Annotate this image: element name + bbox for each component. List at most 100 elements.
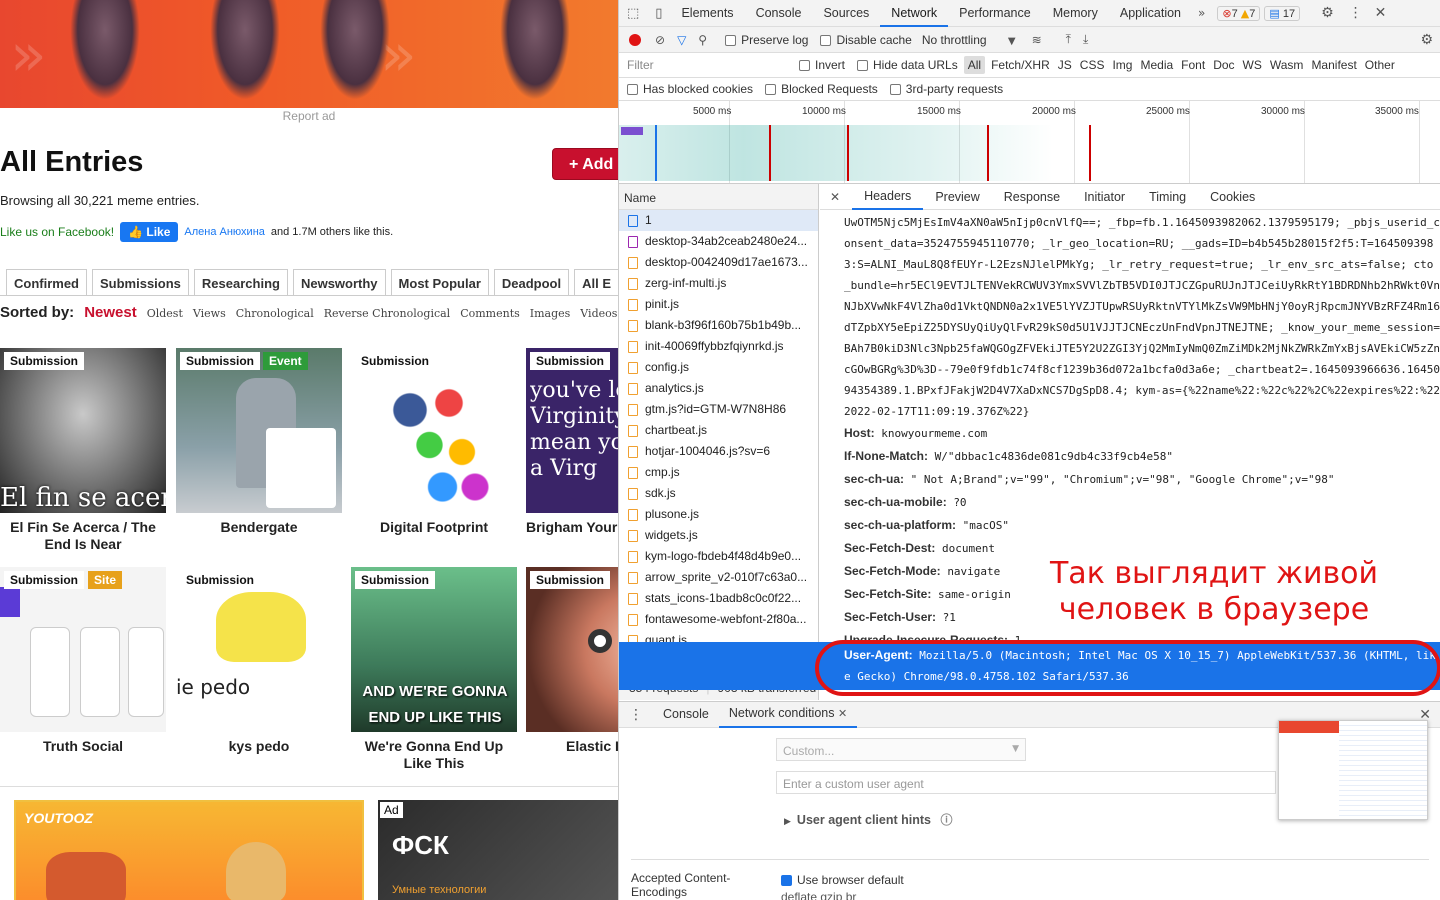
import-har-icon[interactable]: ⤒: [1060, 32, 1077, 47]
request-row[interactable]: blank-b3f96f160b75b1b49b...: [619, 315, 818, 336]
tab-newsworthy[interactable]: Newsworthy: [292, 269, 386, 295]
type-filter-doc[interactable]: Doc: [1213, 58, 1234, 72]
sort-oldest[interactable]: Oldest: [147, 307, 183, 320]
type-filter-fetch[interactable]: Fetch/XHR: [991, 58, 1050, 72]
type-filter-font[interactable]: Font: [1181, 58, 1205, 72]
entry-title[interactable]: We're Gonna End Up Like This: [351, 738, 517, 772]
checkbox[interactable]: [627, 84, 638, 96]
request-row[interactable]: analytics.js: [619, 378, 818, 399]
tab-network[interactable]: Network: [880, 0, 949, 27]
tab-researching[interactable]: Researching: [193, 269, 288, 295]
request-row[interactable]: arrow_sprite_v2-010f7c63a0...: [619, 567, 818, 588]
type-filter-media[interactable]: Media: [1140, 58, 1173, 72]
entry-title[interactable]: Bendergate: [176, 519, 342, 536]
entry-card[interactable]: Submission Site Truth Social: [0, 567, 166, 755]
close-detail-icon[interactable]: ✕: [820, 190, 852, 204]
request-row[interactable]: hotjar-1004046.js?sv=6: [619, 441, 818, 462]
entry-title[interactable]: Digital Footprint: [351, 519, 517, 536]
ad-banner[interactable]: » »: [0, 0, 618, 108]
tab-deadpool[interactable]: Deadpool: [493, 269, 570, 295]
entry-thumbnail[interactable]: El fin se acer Submission: [0, 348, 166, 513]
entry-thumbnail[interactable]: you've los Virginity mean you be a Virg …: [526, 348, 618, 513]
use-browser-default-checkbox[interactable]: Use browser default: [781, 873, 904, 887]
request-row[interactable]: gtm.js?id=GTM-W7N8H86: [619, 399, 818, 420]
sort-chronological[interactable]: Chronological: [236, 307, 314, 320]
request-row[interactable]: desktop-0042409d17ae1673...: [619, 252, 818, 273]
tab-performance[interactable]: Performance: [948, 0, 1042, 27]
client-hints-toggle[interactable]: ▶ User agent client hints ⓘ: [784, 811, 952, 828]
request-row[interactable]: zerg-inf-multi.js: [619, 273, 818, 294]
tab-most-popular[interactable]: Most Popular: [390, 269, 489, 295]
clear-icon[interactable]: ⊘: [649, 33, 671, 47]
throttling-select[interactable]: No throttling ▼: [922, 33, 1016, 47]
type-filter-manifest[interactable]: Manifest: [1311, 58, 1356, 72]
hide-data-urls-checkbox[interactable]: Hide data URLs: [857, 58, 958, 72]
type-filter-other[interactable]: Other: [1365, 58, 1395, 72]
entry-thumbnail[interactable]: AND WE'RE GONNA END UP LIKE THIS Submiss…: [351, 567, 517, 732]
tab-response[interactable]: Response: [992, 185, 1072, 209]
entry-title[interactable]: Truth Social: [0, 738, 166, 755]
facebook-link[interactable]: Like us on Facebook!: [0, 225, 114, 239]
request-row[interactable]: cmp.js: [619, 462, 818, 483]
name-column-header[interactable]: Name: [619, 184, 818, 210]
checkbox[interactable]: [799, 60, 810, 72]
entry-thumbnail[interactable]: ie pedo Submission: [176, 567, 342, 732]
close-tab-icon[interactable]: ✕: [838, 701, 847, 726]
request-row[interactable]: stats_icons-1badb8c0c0f22...: [619, 588, 818, 609]
entry-card[interactable]: you've los Virginity mean you be a Virg …: [526, 348, 618, 536]
tab-headers[interactable]: Headers: [852, 184, 924, 210]
request-row[interactable]: plusone.js: [619, 504, 818, 525]
type-filter-img[interactable]: Img: [1112, 58, 1132, 72]
entry-title[interactable]: Elastic I: [526, 738, 618, 755]
export-har-icon[interactable]: ⤓: [1077, 32, 1094, 47]
tab-preview[interactable]: Preview: [923, 185, 991, 209]
entry-thumbnail[interactable]: Submission Event: [176, 348, 342, 513]
entry-card[interactable]: ie pedo Submission kys pedo: [176, 567, 342, 755]
sort-videos[interactable]: Videos: [580, 307, 617, 320]
checkbox[interactable]: [857, 60, 869, 72]
checkbox[interactable]: [820, 34, 832, 46]
network-settings-gear-icon[interactable]: ⚙: [1420, 32, 1433, 48]
info-icon[interactable]: ⓘ: [940, 811, 952, 828]
tab-cookies[interactable]: Cookies: [1198, 185, 1267, 209]
disable-cache-checkbox[interactable]: Disable cache: [820, 33, 912, 47]
tab-memory[interactable]: Memory: [1042, 0, 1109, 27]
tab-sources[interactable]: Sources: [812, 0, 880, 27]
wifi-conditions-icon[interactable]: ≋: [1024, 33, 1050, 47]
user-agent-select[interactable]: Custom... ▼: [776, 738, 1026, 761]
entry-title[interactable]: Brigham Your Clu: [526, 519, 618, 536]
tab-elements[interactable]: Elements: [670, 0, 744, 27]
add-entry-button[interactable]: + Add: [552, 148, 618, 180]
request-row[interactable]: 1: [619, 210, 818, 231]
tab-confirmed[interactable]: Confirmed: [6, 269, 87, 295]
request-row[interactable]: fontawesome-webfont-2f80a...: [619, 609, 818, 630]
more-tabs-icon[interactable]: »: [1192, 6, 1211, 20]
filter-funnel-icon[interactable]: ▽: [671, 33, 692, 47]
facebook-like-button[interactable]: 👍 Like: [120, 222, 179, 242]
drawer-menu-icon[interactable]: ⋮: [619, 707, 653, 723]
facebook-friend-name[interactable]: Алена Анюхина: [184, 226, 265, 238]
entry-title[interactable]: kys pedo: [176, 738, 342, 755]
device-toolbar-icon[interactable]: ▯: [647, 6, 670, 21]
invert-checkbox[interactable]: Invert: [799, 58, 845, 72]
entry-card[interactable]: AND WE'RE GONNA END UP LIKE THIS Submiss…: [351, 567, 517, 772]
request-row[interactable]: chartbeat.js: [619, 420, 818, 441]
blocked-requests-checkbox[interactable]: Blocked Requests: [765, 82, 878, 96]
sort-views[interactable]: Views: [193, 307, 226, 320]
entry-thumbnail[interactable]: Submission Site: [0, 567, 166, 732]
filter-input[interactable]: Filter: [627, 58, 789, 72]
tab-application[interactable]: Application: [1109, 0, 1192, 27]
issue-counter[interactable]: ⊗7 ▲7: [1217, 5, 1261, 21]
youtooz-ad[interactable]: YOUTOOZ: [14, 800, 364, 900]
request-row[interactable]: widgets.js: [619, 525, 818, 546]
request-row[interactable]: sdk.js: [619, 483, 818, 504]
third-party-checkbox[interactable]: 3rd-party requests: [889, 82, 1003, 96]
kebab-menu-icon[interactable]: ⋮: [1343, 5, 1369, 21]
type-filter-js[interactable]: JS: [1058, 58, 1072, 72]
close-devtools-icon[interactable]: ✕: [1369, 5, 1393, 21]
checkbox[interactable]: [889, 84, 901, 96]
screenshot-thumbnail-preview[interactable]: [1278, 720, 1428, 820]
message-counter[interactable]: ▤ 17: [1264, 5, 1301, 21]
tab-all-entries[interactable]: All E: [574, 269, 618, 295]
entry-card[interactable]: Submission Elastic I: [526, 567, 618, 755]
